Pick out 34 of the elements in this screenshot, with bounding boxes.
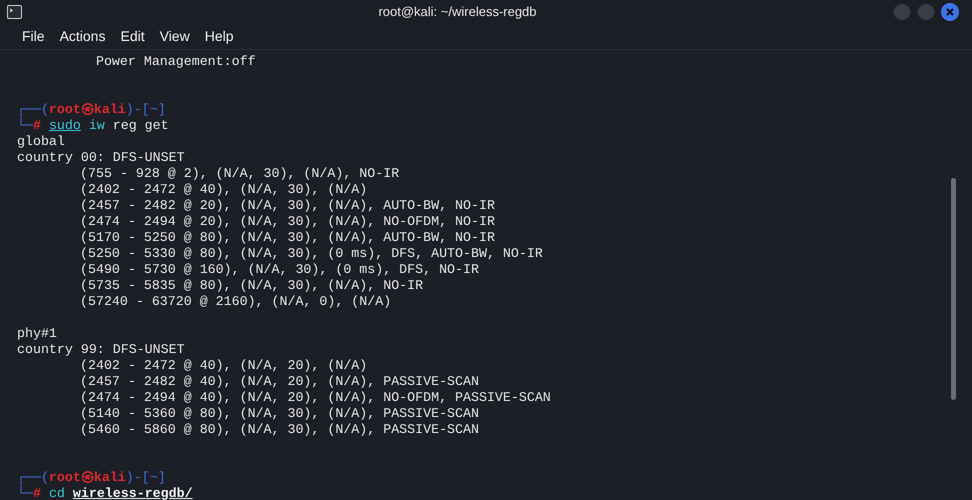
minimize-button[interactable] (893, 3, 911, 21)
terminal-line: (5250 - 5330 @ 80), (N/A, 30), (0 ms), DFS, AUTO-BW, NO-IR (80, 246, 543, 262)
terminal-line: (2474 - 2494 @ 40), (N/A, 20), (N/A), NO-OFDM, PASSIVE-SCAN (80, 390, 551, 406)
prompt-line: ┌──(root㉿kali)-[~] (17, 470, 166, 486)
terminal-line: (2474 - 2494 @ 20), (N/A, 30), (N/A), NO-OFDM, NO-IR (80, 214, 495, 230)
terminal-line: (2457 - 2482 @ 20), (N/A, 30), (N/A), AUTO-BW, NO-IR (80, 198, 495, 214)
maximize-button[interactable] (917, 3, 935, 21)
terminal-line: (2402 - 2472 @ 40), (N/A, 30), (N/A) (80, 182, 368, 198)
terminal-icon (7, 5, 22, 19)
terminal-line: (5735 - 5835 @ 80), (N/A, 30), (N/A), NO-IR (80, 278, 424, 294)
terminal-line: phy#1 (17, 326, 57, 342)
close-button[interactable] (941, 3, 959, 21)
terminal-line: (5140 - 5360 @ 80), (N/A, 30), (N/A), PASSIVE-SCAN (80, 406, 479, 422)
terminal-line: (57240 - 63720 @ 2160), (N/A, 0), (N/A) (80, 294, 392, 310)
terminal-line: country 00: DFS-UNSET (17, 150, 185, 166)
terminal-line: (5490 - 5730 @ 160), (N/A, 30), (0 ms), DFS, NO-IR (80, 262, 479, 278)
prompt-line: ┌──(root㉿kali)-[~] (17, 102, 166, 118)
window-title: root@kali: ~/wireless-regdb (378, 3, 537, 22)
terminal-line: (755 - 928 @ 2), (N/A, 30), (N/A), NO-IR (80, 166, 400, 182)
terminal-line: (2457 - 2482 @ 40), (N/A, 20), (N/A), PASSIVE-SCAN (80, 374, 479, 390)
terminal-line: (2402 - 2472 @ 40), (N/A, 20), (N/A) (80, 358, 368, 374)
menu-item[interactable]: File (22, 26, 45, 47)
prompt-line: └─# cd wireless-regdb/ (17, 486, 193, 500)
menu-item[interactable]: Edit (120, 26, 145, 47)
menu-item[interactable]: Actions (60, 26, 106, 47)
terminal-line: Power Management:off (94, 54, 256, 70)
terminal-line: global (17, 134, 65, 150)
terminal-line: (5460 - 5860 @ 80), (N/A, 30), (N/A), PASSIVE-SCAN (80, 422, 479, 438)
close-icon (946, 8, 954, 16)
terminal-line: (5170 - 5250 @ 80), (N/A, 30), (N/A), AUTO-BW, NO-IR (80, 230, 495, 246)
terminal-line: country 99: DFS-UNSET (17, 342, 185, 358)
menu-item[interactable]: View (160, 26, 190, 47)
menu-item[interactable]: Help (204, 26, 234, 47)
prompt-line: └─# sudo iw reg get (17, 118, 169, 134)
